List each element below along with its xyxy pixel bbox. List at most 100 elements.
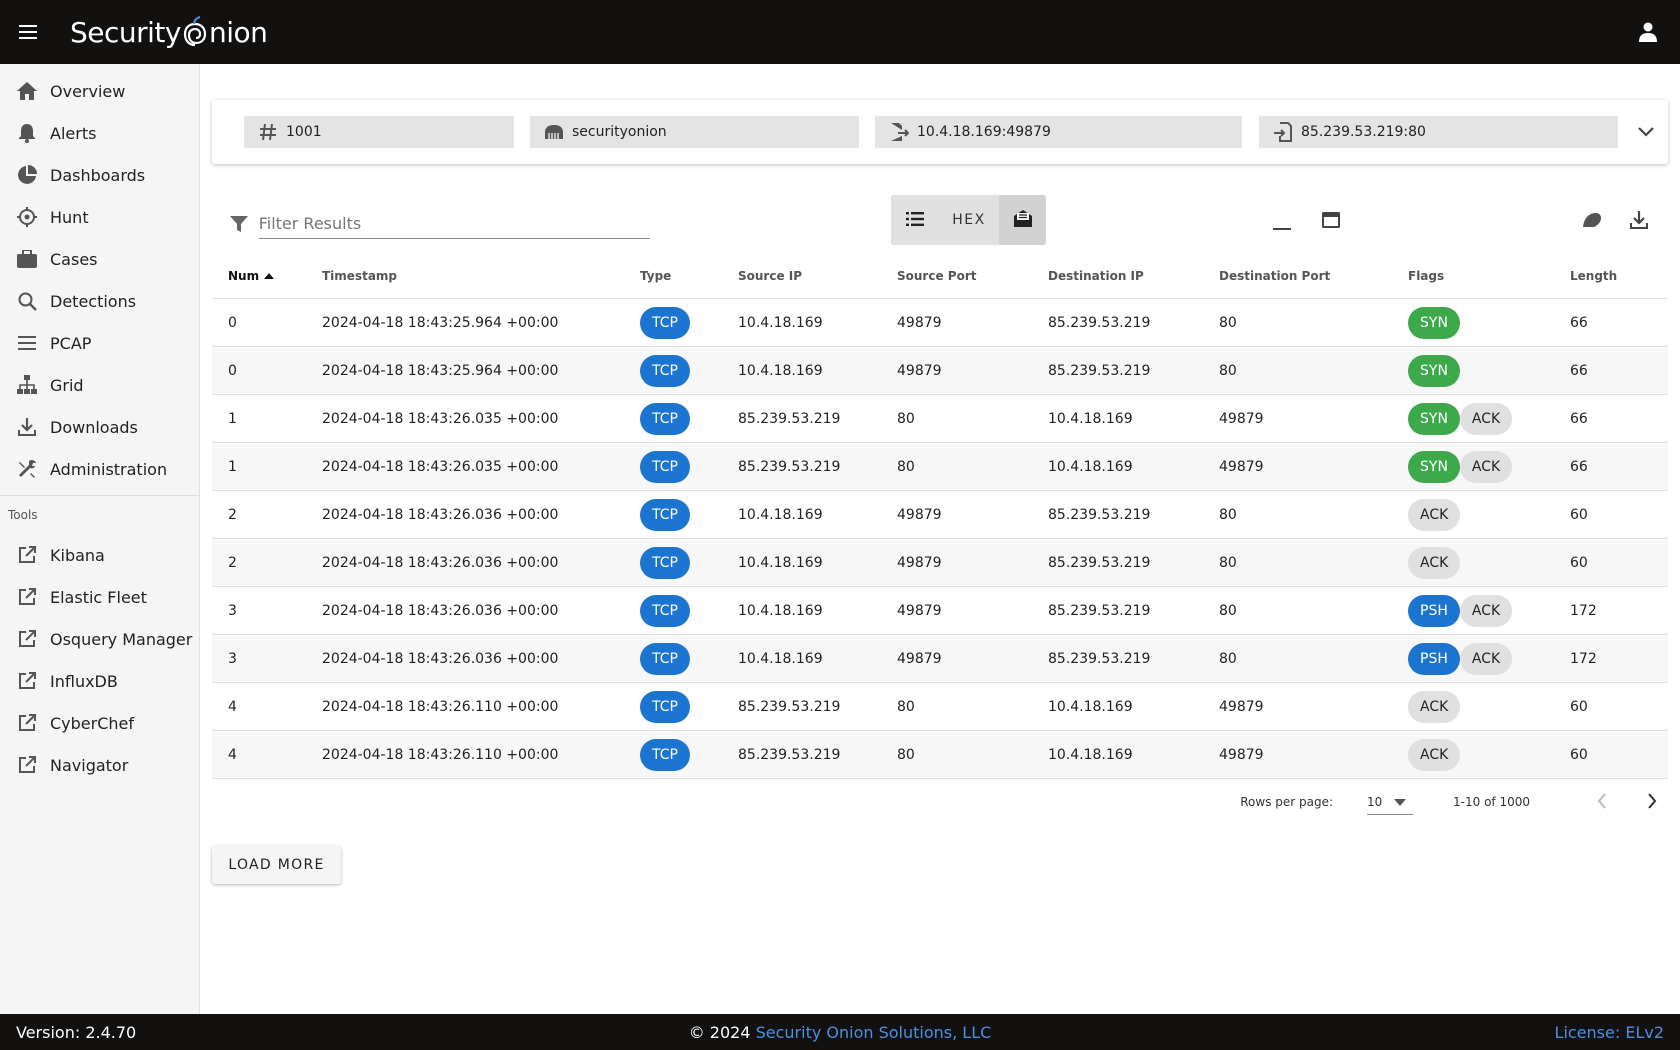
- cell-length: 66: [1570, 362, 1588, 379]
- cell-source-port: 80: [897, 746, 915, 763]
- shark-fin-icon[interactable]: [1576, 204, 1608, 236]
- sidebar-item-elastic-fleet[interactable]: Elastic Fleet: [0, 576, 199, 618]
- cell-num: 2: [228, 554, 237, 571]
- column-header-length[interactable]: Length: [1554, 269, 1668, 283]
- column-header-num[interactable]: Num: [212, 269, 306, 283]
- envelope-open-icon: [1013, 208, 1033, 232]
- cell-source-ip: 10.4.18.169: [738, 362, 823, 379]
- sidebar-item-label: Osquery Manager: [50, 629, 193, 649]
- table-row[interactable]: 2 2024-04-18 18:43:26.036 +00:00 TCP 10.4.1…: [212, 539, 1668, 587]
- load-more-button[interactable]: LOAD MORE: [212, 846, 341, 884]
- cell-destination-ip: 85.239.53.219: [1048, 554, 1151, 571]
- sidebar-item-cases[interactable]: Cases: [0, 238, 199, 280]
- flag-chip-syn: SYN: [1408, 450, 1460, 483]
- sidebar-item-dashboards[interactable]: Dashboards: [0, 154, 199, 196]
- table-row[interactable]: 3 2024-04-18 18:43:26.036 +00:00 TCP 10.4.1…: [212, 635, 1668, 683]
- table-row[interactable]: 2 2024-04-18 18:43:26.036 +00:00 TCP 10.4.1…: [212, 491, 1668, 539]
- cell-length: 60: [1570, 554, 1588, 571]
- hex-view-button[interactable]: HEX: [939, 195, 999, 245]
- sensor-value: securityonion: [572, 124, 667, 140]
- cell-num: 4: [228, 698, 237, 715]
- sidebar-item-label: Kibana: [50, 545, 105, 565]
- column-header-source-ip[interactable]: Source IP: [722, 269, 881, 283]
- table-row[interactable]: 4 2024-04-18 18:43:26.110 +00:00 TCP 85.239…: [212, 683, 1668, 731]
- security-onion-logo[interactable]: Security nion: [70, 15, 268, 49]
- license-link[interactable]: License: ELv2: [1555, 1023, 1664, 1042]
- cell-source-ip: 10.4.18.169: [738, 314, 823, 331]
- pie-chart-icon: [16, 164, 38, 186]
- sidebar-item-downloads[interactable]: Downloads: [0, 406, 199, 448]
- list-view-button[interactable]: [891, 195, 939, 245]
- table-row[interactable]: 3 2024-04-18 18:43:26.036 +00:00 TCP 10.4.1…: [212, 587, 1668, 635]
- hamburger-menu-icon[interactable]: [0, 0, 56, 64]
- filter-results: [230, 207, 650, 241]
- cell-flags: PSH ACK: [1392, 642, 1554, 675]
- column-header-timestamp[interactable]: Timestamp: [306, 269, 624, 283]
- sidebar-item-label: InfluxDB: [50, 671, 118, 691]
- company-link[interactable]: Security Onion Solutions, LLC: [756, 1023, 992, 1042]
- next-page-button[interactable]: [1636, 786, 1668, 818]
- sidebar-item-cyberchef[interactable]: CyberChef: [0, 702, 199, 744]
- briefcase-icon: [16, 248, 38, 270]
- cell-timestamp: 2024-04-18 18:43:26.036 +00:00: [322, 602, 559, 619]
- column-header-destination-port[interactable]: Destination Port: [1203, 269, 1392, 283]
- sidebar-item-grid[interactable]: Grid: [0, 364, 199, 406]
- sidebar-item-influxdb[interactable]: InfluxDB: [0, 660, 199, 702]
- cell-source-port: 49879: [897, 602, 942, 619]
- column-header-label: Num: [228, 269, 260, 283]
- table-row[interactable]: 4 2024-04-18 18:43:26.110 +00:00 TCP 85.239…: [212, 731, 1668, 779]
- table-row[interactable]: 0 2024-04-18 18:43:25.964 +00:00 TCP 10.4.1…: [212, 347, 1668, 395]
- cell-length: 60: [1570, 698, 1588, 715]
- sidebar-item-kibana[interactable]: Kibana: [0, 534, 199, 576]
- download-pcap-icon[interactable]: [1623, 204, 1655, 236]
- cell-type: TCP: [624, 690, 722, 723]
- destination-field[interactable]: 85.239.53.219:80: [1259, 116, 1618, 148]
- sidebar-item-label: Detections: [50, 291, 137, 311]
- external-link-icon: [16, 754, 38, 776]
- table-header: Num Timestamp Type Source IP Source Port…: [212, 254, 1668, 299]
- version-text: Version: 2.4.70: [16, 1022, 137, 1042]
- chevron-down-icon[interactable]: [1632, 118, 1660, 146]
- cell-timestamp: 2024-04-18 18:43:26.036 +00:00: [322, 650, 559, 667]
- sidebar-item-hunt[interactable]: Hunt: [0, 196, 199, 238]
- column-header-flags[interactable]: Flags: [1392, 269, 1554, 283]
- sidebar-item-label: Grid: [50, 375, 84, 395]
- cell-destination-ip: 85.239.53.219: [1048, 506, 1151, 523]
- rows-per-page-value: 10: [1367, 794, 1383, 809]
- download-icon: [16, 416, 38, 438]
- sidebar-item-navigator[interactable]: Navigator: [0, 744, 199, 786]
- sidebar-item-pcap[interactable]: PCAP: [0, 322, 199, 364]
- sidebar-item-alerts[interactable]: Alerts: [0, 112, 199, 154]
- minimize-icon[interactable]: [1266, 206, 1298, 238]
- column-header-source-port[interactable]: Source Port: [881, 269, 1032, 283]
- sidebar-item-osquery-manager[interactable]: Osquery Manager: [0, 618, 199, 660]
- column-header-destination-ip[interactable]: Destination IP: [1032, 269, 1203, 283]
- source-field[interactable]: 10.4.18.169:49879: [875, 116, 1242, 148]
- envelope-view-button[interactable]: [999, 195, 1046, 245]
- cell-type: TCP: [624, 306, 722, 339]
- protocol-chip: TCP: [640, 594, 690, 627]
- protocol-chip: TCP: [640, 306, 690, 339]
- onion-logo-icon: [182, 15, 208, 49]
- cell-source-port: 49879: [897, 506, 942, 523]
- sidebar-item-overview[interactable]: Overview: [0, 70, 199, 112]
- table-row[interactable]: 0 2024-04-18 18:43:25.964 +00:00 TCP 10.4.1…: [212, 299, 1668, 347]
- account-icon[interactable]: [1630, 14, 1666, 50]
- filter-results-input[interactable]: [258, 209, 650, 239]
- previous-page-button[interactable]: [1586, 786, 1618, 818]
- cell-source-port: 80: [897, 698, 915, 715]
- cell-destination-ip: 85.239.53.219: [1048, 362, 1151, 379]
- flag-chip-psh: PSH: [1408, 594, 1460, 627]
- rows-per-page-select[interactable]: 10: [1367, 789, 1414, 815]
- flag-chip-syn: SYN: [1408, 402, 1460, 435]
- sidebar-item-detections[interactable]: Detections: [0, 280, 199, 322]
- job-id-field[interactable]: 1001: [244, 116, 514, 148]
- protocol-chip: TCP: [640, 690, 690, 723]
- sensor-field[interactable]: securityonion: [530, 116, 859, 148]
- window-icon[interactable]: [1315, 204, 1347, 236]
- column-header-type[interactable]: Type: [624, 269, 722, 283]
- cell-flags: ACK: [1392, 738, 1554, 771]
- table-row[interactable]: 1 2024-04-18 18:43:26.035 +00:00 TCP 85.239…: [212, 443, 1668, 491]
- table-row[interactable]: 1 2024-04-18 18:43:26.035 +00:00 TCP 85.239…: [212, 395, 1668, 443]
- sidebar-item-administration[interactable]: Administration: [0, 448, 199, 490]
